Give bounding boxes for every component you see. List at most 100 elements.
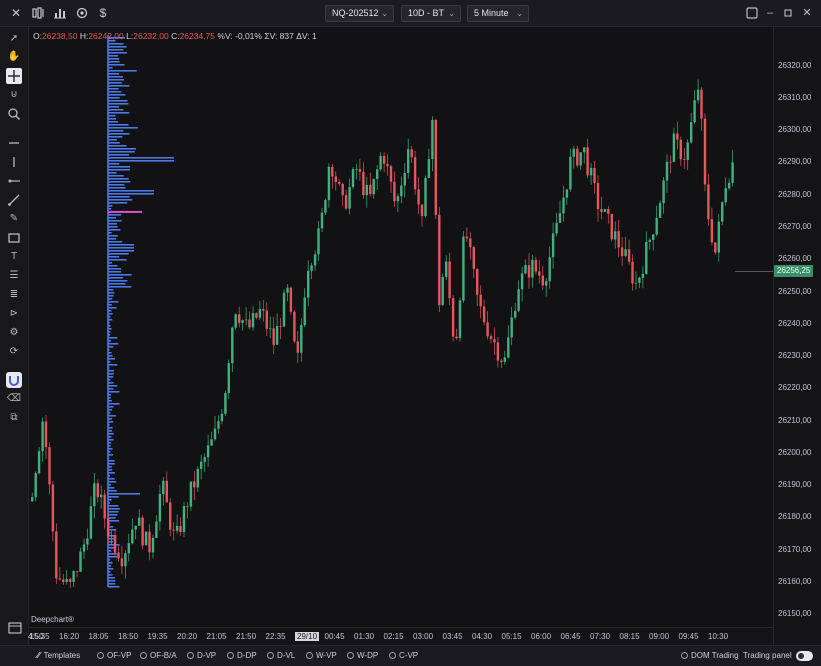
option-of-ba[interactable]: OF-B/A: [140, 650, 177, 662]
candle-body: [427, 159, 431, 178]
volume-profile-bar: [108, 88, 119, 90]
vertical-line-icon[interactable]: [6, 154, 22, 170]
pencil-icon[interactable]: ✎: [6, 211, 22, 227]
period-dropdown[interactable]: 10D - BT ⌄: [401, 5, 461, 22]
candle-body: [179, 525, 182, 532]
magnet-icon[interactable]: ⊍: [6, 87, 22, 103]
eraser-icon[interactable]: ⌫: [6, 391, 22, 407]
volume-profile-bar: [108, 256, 120, 258]
pointer-icon[interactable]: ➚: [6, 31, 22, 47]
price-tick-label: 26180,00: [778, 512, 812, 522]
alert-icon[interactable]: ⟳: [6, 344, 22, 360]
zoom-icon[interactable]: [6, 106, 22, 122]
option-d-vp[interactable]: D-VP: [187, 650, 216, 662]
candle-body: [100, 494, 103, 498]
dollar-icon[interactable]: $: [95, 5, 111, 21]
time-tick-label: 01:30: [354, 632, 375, 641]
time-tick-label: 16:20: [59, 632, 80, 641]
candle-body: [534, 259, 538, 272]
restore-icon[interactable]: [781, 6, 795, 20]
candle-body: [731, 162, 734, 183]
price-tick-label: 26300,00: [778, 125, 812, 135]
close-icon[interactable]: ✕: [8, 5, 24, 21]
volume-profile-bar: [108, 331, 111, 333]
candle-body: [555, 222, 558, 234]
candle-body: [37, 451, 41, 474]
price-chart[interactable]: [29, 27, 773, 627]
candle-body: [269, 328, 272, 330]
candle-body: [710, 219, 714, 243]
candle-body: [545, 281, 548, 286]
candle-body: [607, 209, 610, 214]
time-tick-label: 09:00: [649, 632, 670, 641]
templates-button[interactable]: ⁄⁄ Templates: [37, 650, 80, 662]
ray-icon[interactable]: [6, 173, 22, 189]
option-label: OF-B/A: [150, 651, 177, 660]
option-w-vp[interactable]: W-VP: [306, 650, 337, 662]
candle-body: [251, 313, 255, 328]
time-tick-label: 06:00: [531, 632, 552, 641]
candle-body: [386, 163, 389, 167]
price-tick-label: 26210,00: [778, 415, 812, 425]
crosshair-icon[interactable]: [6, 68, 22, 84]
option-of-vp[interactable]: OF-VP: [97, 650, 131, 662]
candle-body: [417, 189, 420, 205]
volume-profile-bar: [108, 499, 112, 501]
option-d-dp[interactable]: D-DP: [227, 650, 257, 662]
option-d-vl[interactable]: D-VL: [267, 650, 295, 662]
timeframe-dropdown[interactable]: 5 Minute ⌄: [467, 5, 529, 22]
layout-icon[interactable]: [31, 5, 47, 21]
minimize-icon[interactable]: –: [763, 6, 777, 20]
bar-chart-icon[interactable]: [52, 5, 68, 21]
settings-icon[interactable]: [74, 5, 90, 21]
horizontal-line-icon[interactable]: [6, 135, 22, 151]
trading-panel-toggle[interactable]: [796, 651, 813, 661]
magnet-active-icon[interactable]: [6, 372, 22, 388]
candle-body: [603, 209, 607, 212]
candle-body: [493, 339, 496, 343]
option-c-vp[interactable]: C-VP: [389, 650, 418, 662]
dom-trading-option[interactable]: DOM Trading: [681, 650, 739, 662]
candle-body: [124, 553, 127, 567]
trend-line-icon[interactable]: [6, 192, 22, 208]
channel-icon[interactable]: ≣: [6, 287, 22, 303]
time-tick-label: 02:15: [383, 632, 404, 641]
candle-body: [479, 294, 482, 307]
candle-body: [510, 317, 513, 338]
volume-profile-bar: [108, 319, 113, 321]
volume-profile-bar: [108, 115, 116, 117]
candle-body: [524, 265, 527, 274]
rectangle-icon[interactable]: [6, 230, 22, 246]
candle-body: [151, 537, 155, 553]
price-axis[interactable]: 26320,00 26310,00 26300,00 26290,00 26280,00…: [773, 27, 821, 645]
time-axis[interactable]: 4:50 15:35 16:20 18:05 18:50 19:35 20:20 21:05 2…: [28, 627, 773, 645]
candle-body: [331, 166, 334, 177]
panel-toggle-icon[interactable]: [7, 621, 23, 637]
candle-body: [172, 529, 175, 531]
option-w-dp[interactable]: W-DP: [347, 650, 378, 662]
volume-profile-bar: [108, 379, 111, 381]
marker-icon[interactable]: ⊳: [6, 306, 22, 322]
volume-profile-bar: [108, 187, 126, 189]
time-tick-label: 21:50: [236, 632, 257, 641]
candle-body: [662, 180, 665, 204]
candle-body: [596, 183, 600, 209]
candle-body: [103, 494, 106, 519]
candle-body: [645, 241, 648, 274]
close-window-icon[interactable]: ✕: [800, 6, 814, 20]
time-tick-label: 21:05: [206, 632, 227, 641]
symbol-dropdown[interactable]: NQ-202512 ⌄: [325, 5, 394, 22]
hand-icon[interactable]: ✋: [6, 49, 22, 65]
layers-icon[interactable]: ⧉: [6, 410, 22, 426]
volume-profile-bar: [108, 421, 114, 423]
text-icon[interactable]: T: [6, 249, 22, 265]
candle-body: [379, 156, 382, 170]
maximize-icon[interactable]: [745, 6, 759, 20]
candle-body: [445, 261, 448, 277]
fib-icon[interactable]: ☰: [6, 268, 22, 284]
candle-body: [669, 161, 672, 163]
volume-profile-bar: [108, 133, 130, 135]
candle-body: [500, 360, 503, 362]
candle-body: [31, 497, 34, 502]
settings-list-icon[interactable]: ⚙: [6, 325, 22, 341]
